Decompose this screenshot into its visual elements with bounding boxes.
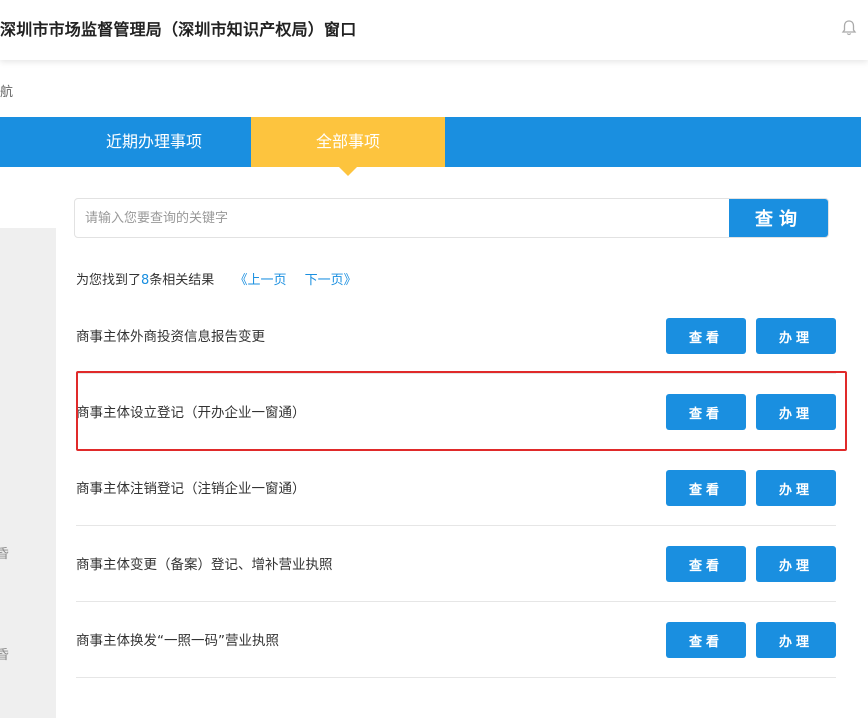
handle-button[interactable]: 办理 [756, 318, 836, 354]
list-item: 商事主体外商投资信息报告变更 查看 办理 [76, 298, 836, 374]
handle-button[interactable]: 办理 [756, 470, 836, 506]
handle-button[interactable]: 办理 [756, 546, 836, 582]
prev-page-link[interactable]: 《上一页 [234, 273, 286, 288]
item-title: 商事主体换发“一照一码”营业执照 [76, 633, 279, 649]
item-title: 商事主体注销登记（注销企业一窗通） [76, 481, 306, 497]
results-prefix: 为您找到了 [76, 273, 142, 288]
list-item: 商事主体设立登记（开办企业一窗通） 查看 办理 [76, 374, 836, 450]
sidebar-item-label[interactable]: 昏 [0, 644, 9, 663]
item-title: 商事主体变更（备案）登记、增补营业执照 [76, 557, 333, 573]
window-title: 深圳市市场监督管理局（深圳市知识产权局）窗口 [0, 20, 357, 39]
search-button[interactable]: 查询 [729, 199, 828, 237]
handle-button[interactable]: 办理 [756, 622, 836, 658]
bell-icon[interactable] [839, 18, 859, 38]
search-bar: 查询 [74, 198, 829, 238]
sidebar-item-label[interactable]: 昏 [0, 543, 9, 562]
active-tab-caret [339, 167, 357, 176]
left-sidebar: 昏 昏 [0, 228, 56, 718]
list-item: 商事主体换发“一照一码”营业执照 查看 办理 [76, 602, 836, 678]
results-suffix: 条相关结果 [149, 273, 215, 288]
view-button[interactable]: 查看 [666, 622, 746, 658]
view-button[interactable]: 查看 [666, 546, 746, 582]
page-header: 深圳市市场监督管理局（深圳市知识产权局）窗口 [0, 0, 868, 60]
tab-all-items[interactable]: 全部事项 [251, 117, 445, 167]
handle-button[interactable]: 办理 [756, 394, 836, 430]
search-input[interactable] [75, 199, 729, 237]
list-item: 商事主体注销登记（注销企业一窗通） 查看 办理 [76, 450, 836, 526]
view-button[interactable]: 查看 [666, 470, 746, 506]
list-item: 商事主体变更（备案）登记、增补营业执照 查看 办理 [76, 526, 836, 602]
view-button[interactable]: 查看 [666, 394, 746, 430]
results-summary: 为您找到了8条相关结果 《上一页 下一页》 [76, 269, 357, 288]
item-title: 商事主体设立登记（开办企业一窗通） [76, 405, 306, 421]
tab-recent-items[interactable]: 近期办理事项 [57, 117, 251, 167]
tab-bar: 近期办理事项 全部事项 [0, 117, 861, 167]
item-title: 商事主体外商投资信息报告变更 [76, 329, 265, 345]
view-button[interactable]: 查看 [666, 318, 746, 354]
breadcrumb: 航 [0, 85, 14, 100]
next-page-link[interactable]: 下一页》 [305, 273, 357, 288]
